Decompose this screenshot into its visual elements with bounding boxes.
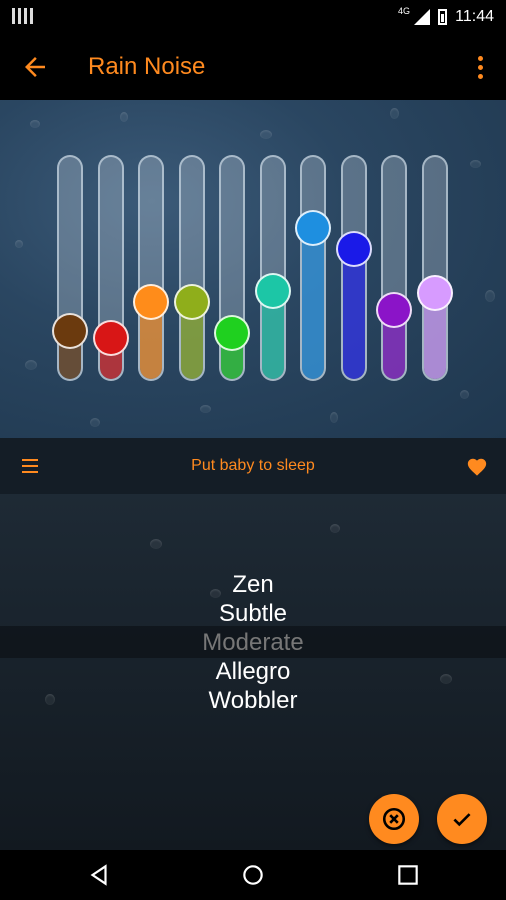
- eq-slider-track[interactable]: [178, 155, 205, 381]
- preset-bar: Put baby to sleep: [0, 438, 506, 494]
- eq-slider-knob[interactable]: [214, 314, 250, 351]
- navigation-bar: [0, 850, 506, 900]
- signal-icon: [414, 9, 431, 25]
- eq-slider-track[interactable]: [421, 155, 448, 381]
- eq-slider-track[interactable]: [381, 155, 407, 381]
- eq-slider-track[interactable]: [340, 155, 367, 381]
- eq-slider-knob[interactable]: [254, 272, 291, 309]
- more-vert-icon[interactable]: [468, 54, 492, 80]
- picker-item[interactable]: Allegro: [0, 657, 506, 686]
- preset-picker[interactable]: Zen Subtle Moderate Allegro Wobbler: [0, 494, 506, 850]
- confirm-button[interactable]: [437, 794, 487, 844]
- eq-slider-knob[interactable]: [295, 210, 331, 247]
- network-type: 4G: [397, 6, 410, 16]
- picker-item[interactable]: Wobbler: [0, 686, 506, 715]
- battery-icon: [438, 9, 448, 25]
- picker-item-selected[interactable]: Moderate: [0, 628, 506, 657]
- notification-icon: [12, 8, 33, 24]
- eq-slider-knob[interactable]: [173, 284, 210, 321]
- back-triangle-icon[interactable]: [86, 862, 112, 888]
- eq-slider-track[interactable]: [300, 155, 326, 381]
- eq-slider-track[interactable]: [138, 155, 164, 381]
- page-title: Rain Noise: [88, 53, 206, 80]
- back-arrow-icon[interactable]: [20, 52, 50, 82]
- eq-slider-knob[interactable]: [133, 284, 169, 321]
- eq-slider-knob[interactable]: [376, 291, 412, 328]
- eq-slider-fill: [302, 226, 324, 379]
- heart-icon[interactable]: [466, 456, 488, 478]
- eq-slider-knob[interactable]: [416, 274, 453, 311]
- recents-square-icon[interactable]: [395, 862, 421, 888]
- app-bar: Rain Noise: [0, 34, 506, 100]
- eq-slider-knob[interactable]: [335, 231, 372, 267]
- equalizer-panel: [0, 100, 506, 438]
- status-time: 11:44: [455, 8, 494, 25]
- picker-list[interactable]: Zen Subtle Moderate Allegro Wobbler: [0, 570, 506, 715]
- cancel-button[interactable]: [369, 794, 419, 844]
- cancel-icon: [382, 807, 406, 831]
- check-icon: [453, 813, 471, 827]
- preset-name[interactable]: Put baby to sleep: [0, 457, 506, 475]
- status-bar: 4G 11:44: [0, 0, 506, 34]
- eq-slider-knob[interactable]: [52, 312, 88, 349]
- eq-slider-track[interactable]: [259, 155, 286, 381]
- picker-item[interactable]: Zen: [0, 570, 506, 599]
- eq-slider-knob[interactable]: [92, 320, 129, 357]
- home-circle-icon[interactable]: [240, 862, 266, 888]
- picker-item[interactable]: Subtle: [0, 599, 506, 628]
